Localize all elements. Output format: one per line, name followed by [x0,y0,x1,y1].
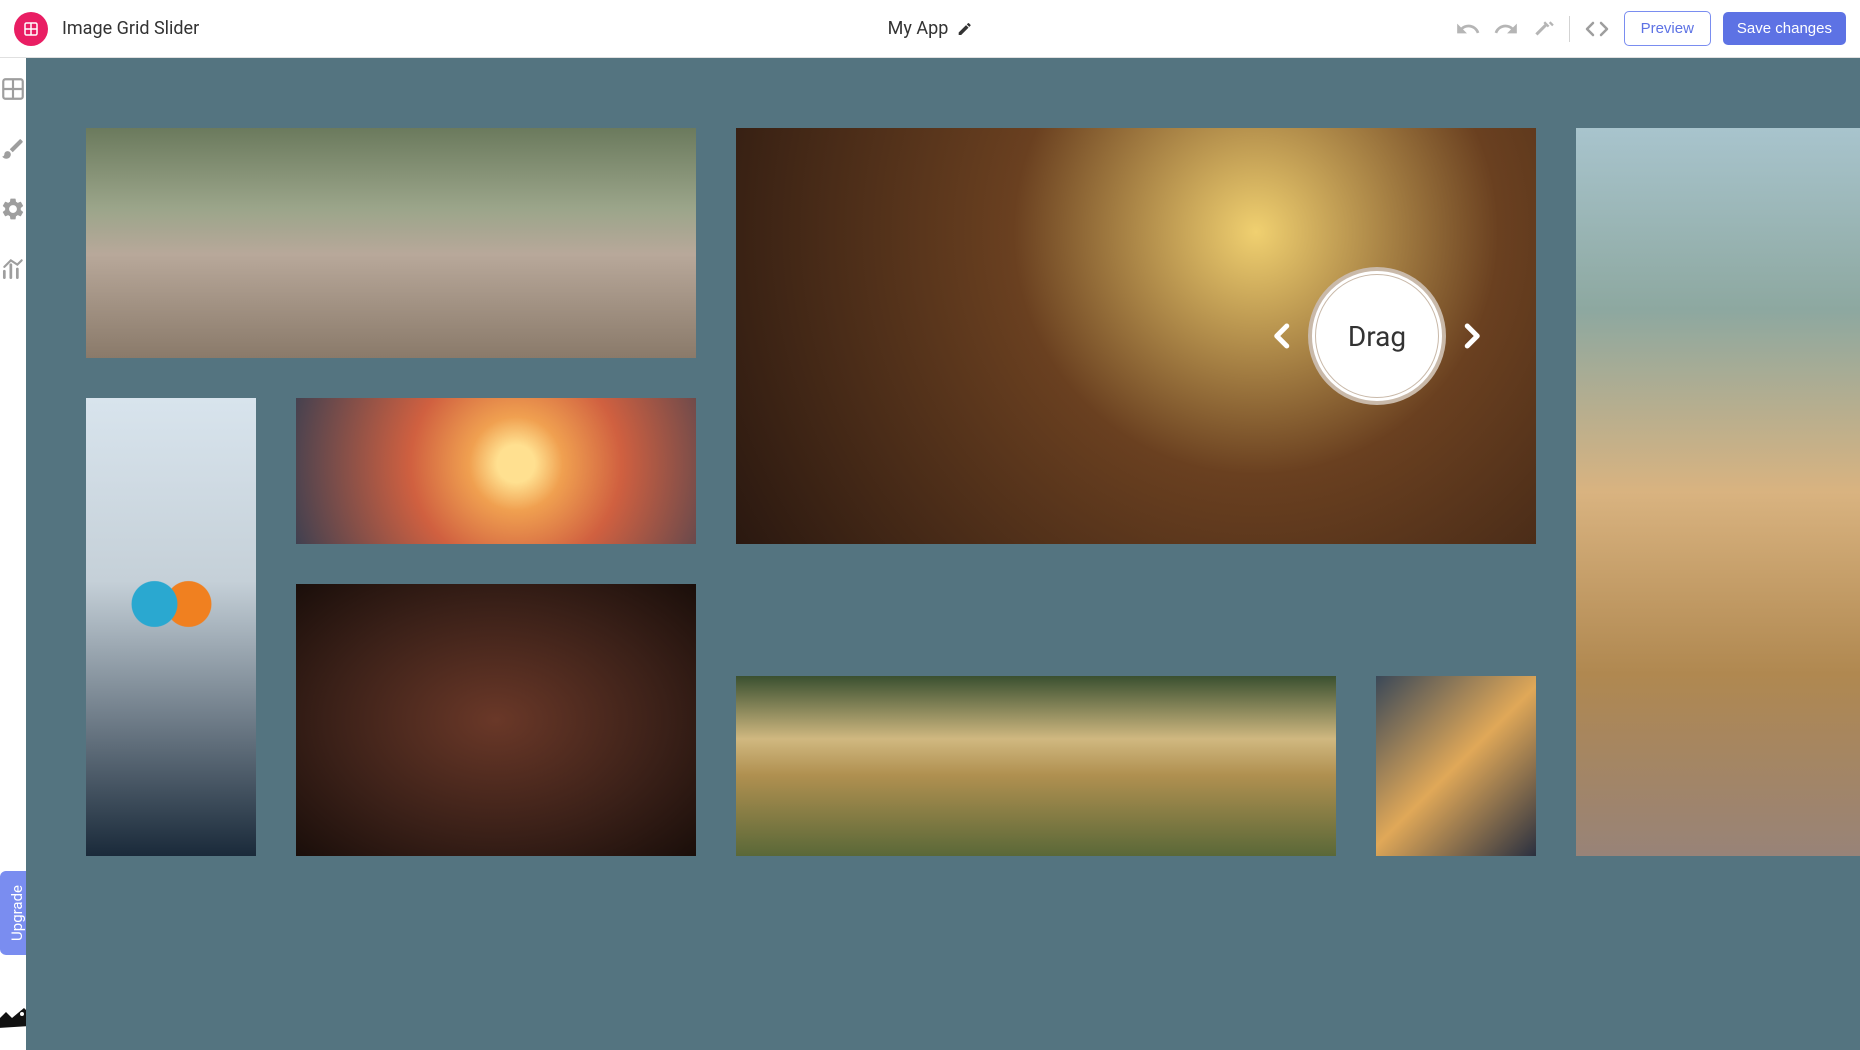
preview-button[interactable]: Preview [1624,11,1711,46]
grid-tile-wine-clink[interactable] [296,584,696,856]
drag-control[interactable]: Drag [1268,267,1486,405]
edit-icon[interactable] [956,21,972,37]
design-canvas[interactable]: Drag [26,58,1860,1050]
sidebar: Upgrade [0,58,26,1050]
grid-tile-airplane-clouds[interactable] [1376,676,1536,856]
code-icon[interactable] [1582,17,1612,41]
grid-tile-sunset-brush[interactable] [296,398,696,544]
divider [1569,16,1570,42]
grid-tile-party-toast[interactable]: Drag [736,128,1536,544]
project-title[interactable]: My App [888,18,949,39]
grid-tile-ski-goggles[interactable] [86,398,256,856]
chevron-left-icon[interactable] [1268,313,1298,359]
analytics-icon[interactable] [0,256,26,282]
grid-icon[interactable] [0,76,26,102]
app-title: Image Grid Slider [62,18,199,39]
brush-icon[interactable] [0,136,26,162]
gear-icon[interactable] [0,196,26,222]
redo-icon[interactable] [1493,16,1519,42]
grid-tile-group-photo[interactable] [86,128,696,358]
chevron-right-icon[interactable] [1456,313,1486,359]
main-area: Upgrade Drag [0,58,1860,1050]
drag-handle[interactable]: Drag [1308,267,1446,405]
grid-tile-golden-retriever[interactable] [1576,128,1860,856]
save-button[interactable]: Save changes [1723,12,1846,45]
header-center: My App [888,18,973,39]
image-grid: Drag [86,128,1860,856]
app-logo-icon[interactable] [14,12,48,46]
header-bar: Image Grid Slider My App Preview Save ch… [0,0,1860,58]
header-left: Image Grid Slider [14,12,199,46]
drag-label: Drag [1348,320,1406,353]
hammer-icon[interactable] [1531,16,1557,42]
grid-tile-leopard[interactable] [736,676,1336,856]
undo-icon[interactable] [1455,16,1481,42]
header-right: Preview Save changes [1455,11,1846,46]
